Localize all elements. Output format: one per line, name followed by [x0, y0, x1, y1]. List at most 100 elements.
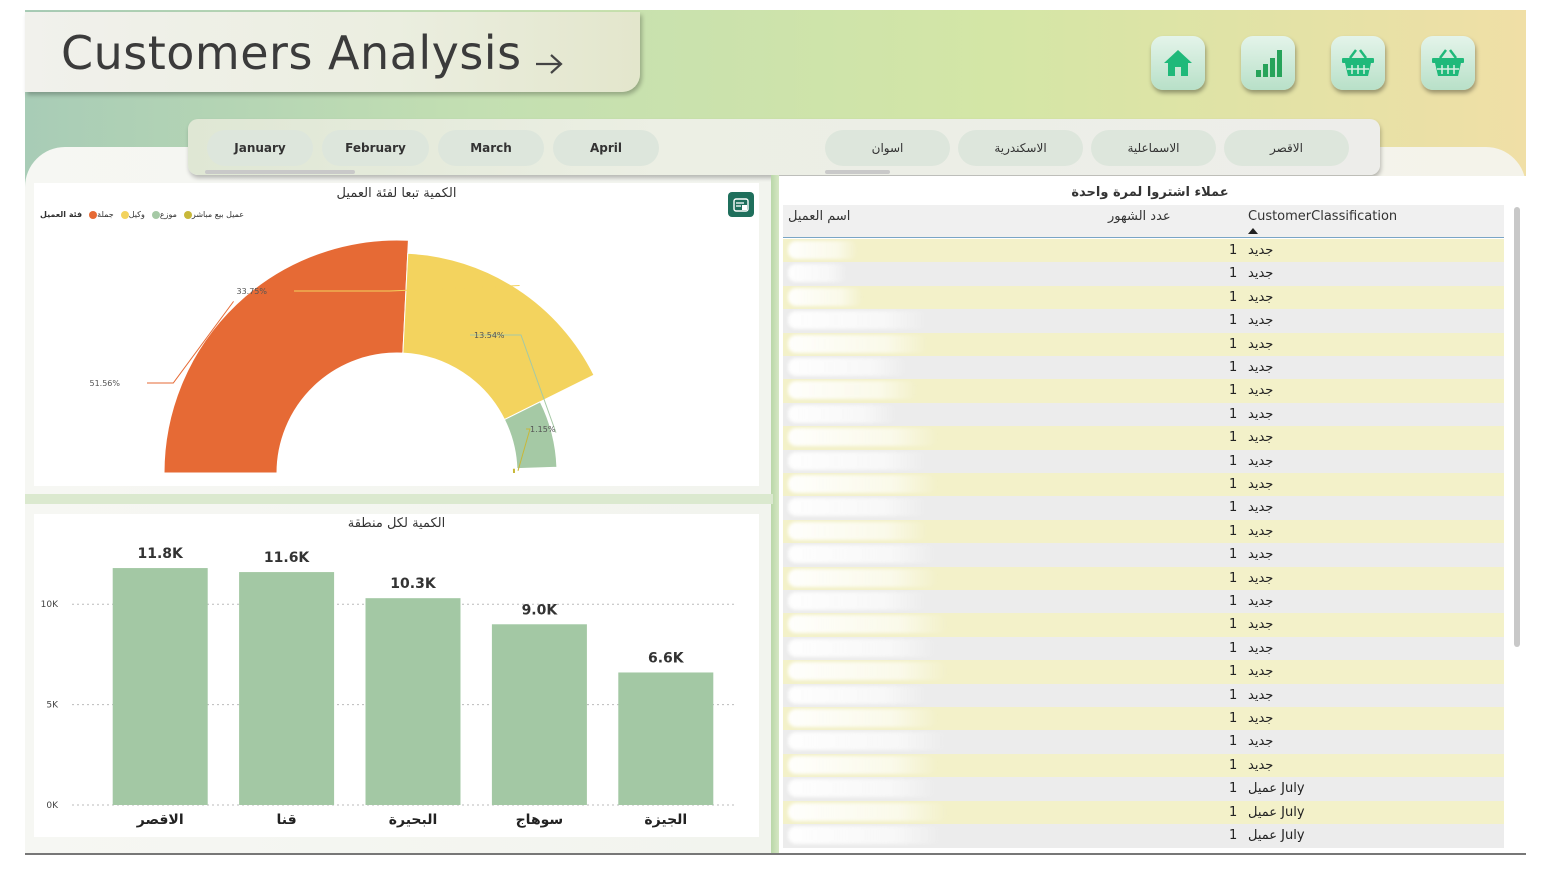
months-cell: 1 — [1229, 336, 1238, 352]
months-cell: 1 — [1229, 266, 1238, 282]
table-row[interactable]: 1 جديد — [783, 402, 1504, 427]
months-cell: 1 — [1229, 804, 1238, 820]
months-cell: 1 — [1229, 594, 1238, 609]
table-row[interactable]: 1 جديد — [783, 590, 1504, 614]
sales-chart-button[interactable] — [1241, 36, 1295, 90]
table-row[interactable]: 1 جديد — [783, 262, 1504, 286]
table-row[interactable]: 1 جديد — [783, 543, 1504, 567]
table-row[interactable]: 1 عميل July — [783, 800, 1504, 825]
basket-icon — [1342, 49, 1374, 76]
redacted-customer-name — [788, 358, 908, 376]
classification-cell: جديد — [1248, 617, 1274, 633]
home-button[interactable] — [1151, 36, 1205, 90]
table-row[interactable]: 1 جديد — [783, 613, 1504, 637]
table-row[interactable]: 1 جديد — [783, 496, 1504, 520]
redacted-customer-name — [788, 451, 928, 470]
dashboard-canvas: Customers Analysis January February Marc… — [0, 0, 1543, 874]
table-row[interactable]: 1 جديد — [783, 426, 1504, 450]
table-row[interactable]: 1 جديد — [783, 707, 1504, 731]
region-slicer-alexandria[interactable]: الاسكندرية — [958, 130, 1083, 166]
month-slicer-march[interactable]: March — [438, 130, 544, 166]
redacted-customer-name — [788, 755, 938, 774]
region-slicer-scrollbar[interactable] — [825, 170, 890, 174]
table-row[interactable]: 1 جديد — [783, 683, 1504, 708]
bar-value-label: 10.3K — [390, 576, 437, 592]
bar-chart: 0K 5K 10K 11.8K الاقصر 11.6K قنا 10.3K البحيرة 9.… — [41, 546, 734, 828]
redacted-customer-name — [788, 662, 948, 681]
title-card: Customers Analysis — [25, 12, 640, 92]
classification-cell: جديد — [1248, 640, 1274, 656]
table-row[interactable]: 1 عميل July — [783, 824, 1504, 848]
month-slicer-february[interactable]: February — [322, 130, 429, 166]
table-header: اسم العميل عدد الشهور CustomerClassifica… — [783, 205, 1504, 238]
redacted-customer-name — [788, 404, 898, 423]
redacted-customer-name — [788, 709, 938, 727]
table-row[interactable]: 1 جديد — [783, 519, 1504, 544]
classification-cell: جديد — [1248, 336, 1274, 352]
redacted-customer-name — [788, 381, 918, 400]
table-row[interactable]: 1 جديد — [783, 449, 1504, 474]
table-row[interactable]: 1 جديد — [783, 636, 1504, 661]
donut-data-label: 13.54% — [474, 331, 505, 340]
bar[interactable] — [365, 598, 461, 805]
classification-cell: جديد — [1248, 711, 1274, 726]
column-header-name[interactable]: اسم العميل — [788, 209, 850, 224]
redacted-customer-name — [788, 287, 863, 306]
column-header-classification[interactable]: CustomerClassification — [1248, 209, 1397, 224]
column-header-months[interactable]: عدد الشهور — [1108, 209, 1171, 224]
table-row[interactable]: 1 جديد — [783, 730, 1504, 754]
table-row[interactable]: 1 جديد — [783, 379, 1504, 403]
bar[interactable] — [618, 672, 714, 805]
month-slicer-scrollbar[interactable] — [205, 170, 355, 174]
table-row[interactable]: 1 جديد — [783, 285, 1504, 310]
y-tick-label: 5K — [46, 701, 59, 711]
months-cell: 1 — [1229, 664, 1238, 680]
x-category-label: قنا — [277, 812, 297, 828]
bottom-border — [25, 853, 1526, 855]
bar[interactable] — [112, 568, 208, 805]
months-cell: 1 — [1229, 406, 1238, 422]
redacted-customer-name — [788, 264, 848, 283]
table-row[interactable]: 1 جديد — [783, 753, 1504, 778]
table-row[interactable]: 1 جديد — [783, 332, 1504, 357]
region-slicer-aswan[interactable]: اسوان — [825, 130, 950, 166]
page-title: Customers Analysis — [61, 26, 522, 80]
sort-ascending-icon[interactable] — [1248, 228, 1258, 234]
table-row[interactable]: 1 جديد — [783, 239, 1504, 263]
x-category-label: سوهاج — [516, 812, 564, 828]
bar[interactable] — [239, 572, 335, 805]
table-row[interactable]: 1 جديد — [783, 566, 1504, 591]
classification-cell: جديد — [1248, 547, 1274, 563]
redacted-customer-name — [788, 568, 938, 587]
arrow-right-icon[interactable] — [533, 50, 565, 78]
redacted-customer-name — [788, 592, 928, 610]
month-slicer-april[interactable]: April — [553, 130, 659, 166]
bar[interactable] — [491, 624, 587, 805]
table-row[interactable]: 1 عميل July — [783, 777, 1504, 801]
classification-cell: جديد — [1248, 570, 1274, 586]
table-row[interactable]: 1 جديد — [783, 660, 1504, 684]
table-scrollbar[interactable] — [1514, 207, 1520, 647]
redacted-customer-name — [788, 521, 928, 540]
months-cell: 1 — [1229, 523, 1238, 539]
x-category-label: الاقصر — [136, 812, 184, 828]
redacted-customer-name — [788, 428, 938, 447]
donut-slice-0[interactable] — [163, 239, 409, 474]
classification-cell: جديد — [1248, 313, 1274, 329]
table-row[interactable]: 1 جديد — [783, 473, 1504, 497]
vertical-divider — [771, 175, 779, 855]
donut-data-label: 33.75% — [236, 287, 267, 296]
products-button[interactable] — [1331, 36, 1385, 90]
table-row[interactable]: 1 جديد — [783, 356, 1504, 380]
months-cell: 1 — [1229, 828, 1238, 843]
months-cell: 1 — [1229, 313, 1238, 329]
table-row[interactable]: 1 جديد — [783, 309, 1504, 333]
classification-cell: جديد — [1248, 687, 1274, 703]
y-tick-label: 10K — [41, 600, 59, 610]
region-slicer-luxor[interactable]: الاقصر — [1224, 130, 1349, 166]
redacted-customer-name — [788, 334, 928, 353]
orders-button[interactable] — [1421, 36, 1475, 90]
months-cell: 1 — [1229, 360, 1238, 375]
region-slicer-ismailia[interactable]: الاسماعلية — [1091, 130, 1216, 166]
month-slicer-january[interactable]: January — [207, 130, 313, 166]
